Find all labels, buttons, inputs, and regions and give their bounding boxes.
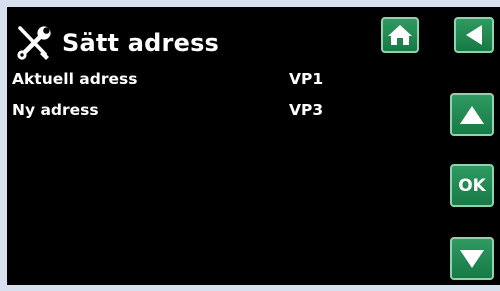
ok-button[interactable]: OK (450, 164, 494, 207)
down-button[interactable] (450, 237, 494, 280)
page-header: Sätt adress (12, 20, 219, 66)
back-button[interactable] (454, 17, 494, 53)
current-address-row: Aktuell adress VP1 (12, 70, 372, 90)
up-arrow-icon (460, 105, 484, 124)
new-address-row[interactable]: Ny adress VP3 (12, 101, 372, 121)
frame-top (0, 0, 500, 7)
tools-icon (17, 26, 51, 60)
current-address-label: Aktuell adress (12, 70, 138, 88)
new-address-label: Ny adress (12, 101, 99, 119)
frame-bottom (0, 285, 500, 291)
current-address-value: VP1 (289, 70, 324, 88)
up-button[interactable] (450, 93, 494, 136)
page-title: Sätt adress (62, 29, 220, 57)
frame-left (0, 0, 7, 291)
home-icon (388, 25, 412, 45)
new-address-value: VP3 (289, 101, 324, 119)
down-arrow-icon (460, 249, 484, 268)
home-button[interactable] (381, 17, 419, 53)
back-arrow-icon (466, 25, 482, 45)
